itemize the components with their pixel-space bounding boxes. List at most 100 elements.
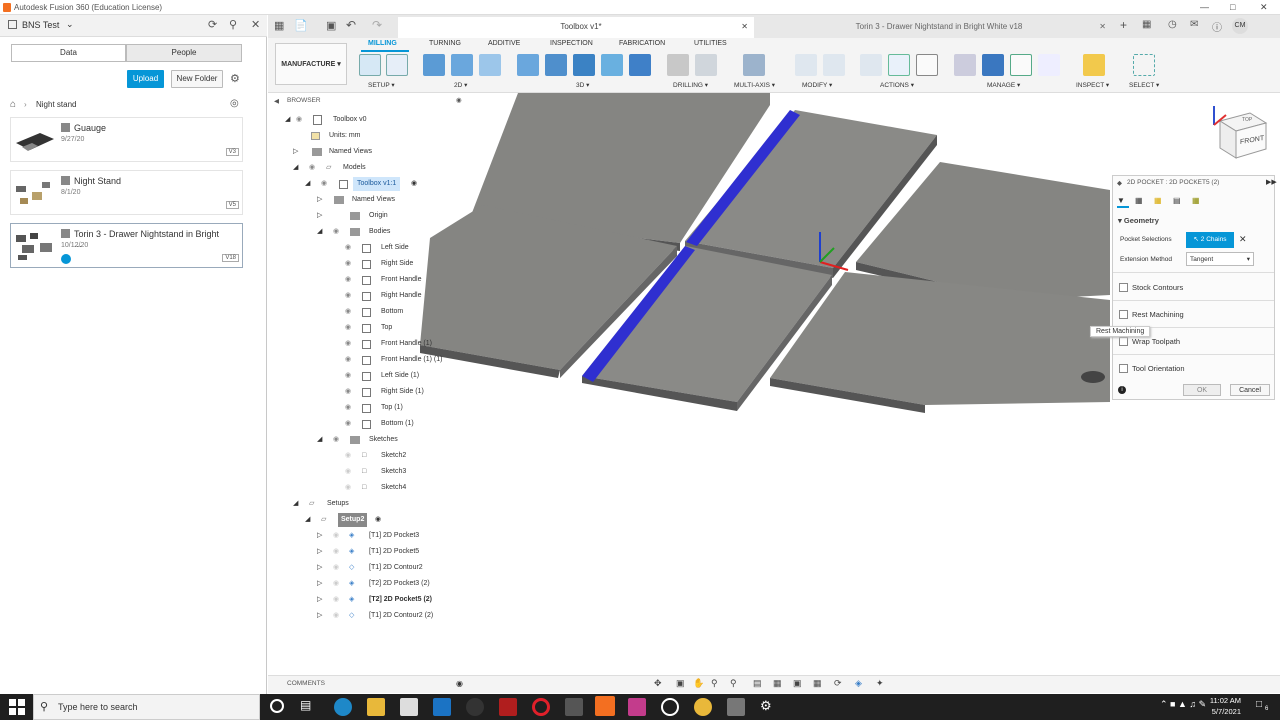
expand-icon[interactable]: ◢ (305, 177, 310, 191)
tree-row[interactable]: Right Side (381, 257, 413, 271)
expand-icon[interactable]: ▷ (317, 209, 322, 223)
tree-row[interactable]: [T1] 2D Pocket3 (369, 529, 419, 543)
file-explorer-icon[interactable] (367, 698, 385, 716)
notifications-icon[interactable]: ✉ (1190, 19, 1198, 30)
group-actions[interactable]: ACTIONS ▾ (880, 81, 914, 89)
eye-icon[interactable]: ◉ (333, 433, 339, 447)
tree-row[interactable]: [T1] 2D Contour2 (369, 561, 423, 575)
minimize-button[interactable]: — (1200, 2, 1209, 12)
search-input[interactable]: Type here to search (58, 702, 138, 712)
refresh-icon[interactable]: ⟳ (208, 18, 217, 31)
modify-icon[interactable] (795, 54, 817, 76)
2d-pocket-icon[interactable] (451, 54, 473, 76)
tool-library-icon[interactable] (954, 54, 976, 76)
g1g2-icon[interactable] (888, 54, 910, 76)
expand-icon[interactable]: ▷ (293, 145, 298, 159)
fusion360-icon[interactable] (595, 696, 615, 716)
job-status-icon[interactable]: ◷ (1168, 19, 1177, 30)
tree-row[interactable]: Origin (369, 209, 388, 223)
clock-time[interactable]: 11:02 AM (1203, 696, 1241, 705)
tree-row[interactable]: Models (343, 161, 366, 175)
opera-icon[interactable] (532, 698, 550, 716)
wrap-toolpath-checkbox[interactable] (1119, 337, 1128, 346)
pin-icon[interactable]: ◉ (456, 96, 462, 104)
expand-icon[interactable]: ▷ (317, 593, 322, 607)
tree-row[interactable]: Named Views (352, 193, 395, 207)
2d-adaptive-icon[interactable] (423, 54, 445, 76)
camera-icon[interactable]: ⟳ (834, 678, 842, 689)
multi-axis-icon[interactable] (743, 54, 765, 76)
ok-button[interactable]: OK (1183, 384, 1221, 396)
new-folder-button[interactable]: New Folder (171, 70, 223, 88)
3d-adaptive-icon[interactable] (517, 54, 539, 76)
tree-row[interactable]: Sketch3 (381, 465, 406, 479)
settings-icon[interactable]: ⚙ (760, 698, 778, 716)
list-item[interactable]: Guauge 9/27/20 V3 (10, 117, 243, 162)
environment-icon[interactable]: ◈ (855, 678, 862, 689)
nc-program-icon[interactable] (386, 54, 408, 76)
group-select[interactable]: SELECT ▾ (1129, 81, 1159, 89)
tab-torin[interactable]: Torin 3 - Drawer Nightstand in Bright Wh… (756, 17, 1112, 38)
redo-icon[interactable]: ↷ (372, 18, 382, 32)
expand-icon[interactable]: ▷ (317, 529, 322, 543)
tree-row[interactable]: Right Side (1) (381, 385, 424, 399)
tree-row[interactable]: Right Handle (381, 289, 421, 303)
eye-icon[interactable]: ◉ (345, 449, 351, 463)
expand-icon[interactable]: ◢ (317, 433, 322, 447)
undo-icon[interactable]: ↶ (346, 18, 356, 32)
zoom-icon[interactable]: ⚲ (711, 678, 718, 689)
eye-icon[interactable]: ◉ (333, 609, 339, 623)
close-tab-icon[interactable]: ✕ (741, 17, 748, 37)
3d-steep-icon[interactable] (573, 54, 595, 76)
eye-icon[interactable]: ◉ (333, 225, 339, 239)
eye-icon[interactable]: ◉ (296, 113, 302, 127)
expand-dialog-icon[interactable]: ▶▶ (1266, 178, 1277, 186)
group-3d[interactable]: 3D ▾ (576, 81, 589, 89)
pocket-selections-button[interactable]: ↖ 2 Chains (1186, 232, 1234, 248)
tab-milling[interactable]: MILLING (368, 40, 397, 47)
setup-folder-icon[interactable] (359, 54, 381, 76)
eye-icon[interactable]: ◉ (333, 577, 339, 591)
globe-icon[interactable]: ◎ (230, 98, 239, 109)
tree-row-editing[interactable]: [T2] 2D Pocket5 (2) (369, 593, 432, 607)
info-icon[interactable]: i (1118, 386, 1126, 394)
close-panel-icon[interactable]: ✕ (251, 18, 260, 31)
app-icon[interactable] (661, 698, 679, 716)
eye-icon[interactable]: ◉ (345, 401, 351, 415)
eye-icon[interactable]: ◉ (345, 273, 351, 287)
app-icon[interactable] (727, 698, 745, 716)
expand-icon[interactable]: ◢ (293, 161, 298, 175)
rest-machining-checkbox[interactable] (1119, 310, 1128, 319)
close-tab-icon[interactable]: ✕ (1099, 17, 1106, 37)
tab-toolbox[interactable]: Toolbox v1* ✕ (398, 17, 754, 38)
eye-icon[interactable]: ◉ (333, 529, 339, 543)
expand-icon[interactable]: ◢ (305, 513, 310, 527)
app-icon[interactable] (628, 698, 646, 716)
chevron-down-icon[interactable]: ⌄ (66, 19, 74, 30)
tree-row[interactable]: [T1] 2D Contour2 (2) (369, 609, 433, 623)
photos-icon[interactable] (565, 698, 583, 716)
display-settings-icon[interactable]: ▤ (753, 678, 762, 689)
extension-method-select[interactable]: Tangent ▾ (1186, 252, 1254, 266)
tree-row[interactable]: Units: mm (329, 129, 361, 143)
tree-row[interactable]: Front Handle (1) (1) (381, 353, 442, 367)
tab-fabrication[interactable]: FABRICATION (619, 40, 665, 47)
team-name[interactable]: BNS Test (22, 20, 59, 30)
version-badge[interactable]: V5 (225, 201, 239, 209)
tree-row[interactable]: Front Handle (1) (381, 337, 432, 351)
viewports-icon[interactable]: ▣ (793, 678, 802, 689)
eye-icon[interactable]: ◉ (345, 417, 351, 431)
grid-icon[interactable] (8, 20, 17, 29)
tree-row[interactable]: Sketch4 (381, 481, 406, 495)
eye-icon[interactable]: ◉ (333, 561, 339, 575)
close-window-button[interactable]: ✕ (1260, 2, 1268, 13)
gear-icon[interactable]: ⚙ (230, 72, 240, 85)
expand-icon[interactable]: ▷ (317, 561, 322, 575)
tree-row[interactable]: Front Handle (381, 273, 421, 287)
drill-icon[interactable] (667, 54, 689, 76)
tree-row[interactable]: Left Side (1) (381, 369, 419, 383)
eye-icon[interactable]: ◉ (345, 321, 351, 335)
effects-icon[interactable]: ✦ (876, 678, 884, 689)
expand-icon[interactable]: ▷ (317, 193, 322, 207)
version-badge[interactable]: V18 (222, 254, 239, 262)
